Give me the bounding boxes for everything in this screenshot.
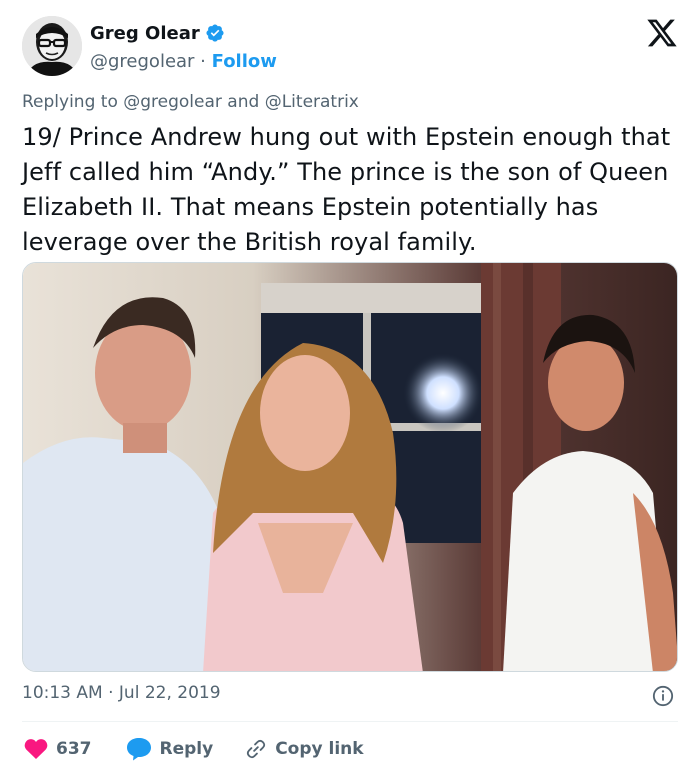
- action-bar: 637 Reply Copy link: [24, 735, 364, 763]
- author-block: Greg Olear @gregolear · Follow: [90, 20, 277, 73]
- reply-joiner: and: [221, 92, 265, 112]
- reply-mention-gregolear[interactable]: @gregolear: [123, 92, 222, 112]
- follow-button[interactable]: Follow: [212, 51, 277, 72]
- reply-mention-literatrix[interactable]: @Literatrix: [265, 92, 359, 112]
- reply-label: Reply: [159, 739, 214, 759]
- reply-button[interactable]: Reply: [126, 737, 214, 761]
- copy-link-button[interactable]: Copy link: [245, 738, 364, 760]
- divider: [22, 721, 678, 722]
- reply-bubble-icon: [126, 737, 152, 761]
- avatar[interactable]: [22, 16, 82, 76]
- like-button[interactable]: 637: [24, 738, 92, 760]
- handle-separator: ·: [194, 50, 212, 72]
- name-row: Greg Olear: [90, 20, 277, 46]
- verified-badge-icon: [205, 23, 225, 43]
- info-icon[interactable]: [652, 685, 674, 707]
- timestamp[interactable]: 10:13 AM · Jul 22, 2019: [22, 683, 221, 703]
- reply-prefix: Replying to: [22, 92, 124, 112]
- link-icon: [245, 738, 267, 760]
- reply-context: Replying to @gregolear and @Literatrix: [22, 92, 359, 112]
- handle-row: @gregolear · Follow: [90, 49, 277, 73]
- author-name[interactable]: Greg Olear: [90, 23, 200, 44]
- copy-link-label: Copy link: [275, 739, 364, 759]
- like-count: 637: [56, 739, 92, 759]
- author-handle[interactable]: @gregolear: [90, 51, 194, 72]
- tweet-photo[interactable]: [22, 262, 678, 672]
- tweet-card: Greg Olear @gregolear · Follow Replying …: [0, 0, 700, 775]
- heart-icon: [24, 738, 48, 760]
- x-logo-icon[interactable]: [646, 18, 678, 48]
- tweet-text: 19/ Prince Andrew hung out with Epstein …: [22, 123, 671, 256]
